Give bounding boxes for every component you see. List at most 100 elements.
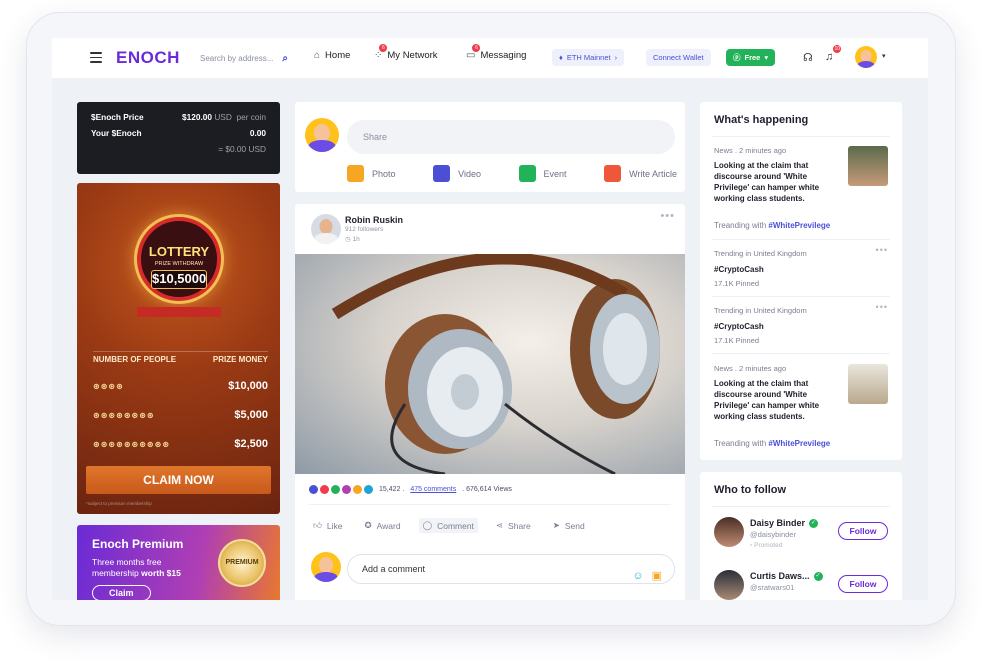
prize-value: $2,500: [234, 438, 268, 450]
avatar-chevron-down-icon[interactable]: ▾: [882, 52, 886, 60]
plan-label: Free: [744, 53, 761, 62]
connect-wallet-label: Connect Wallet: [653, 53, 704, 62]
news-thumbnail[interactable]: [848, 146, 888, 186]
like-button[interactable]: 👍︎ Like: [309, 518, 346, 533]
image-icon[interactable]: ▣: [652, 562, 662, 590]
headset-icon[interactable]: ☊: [803, 51, 813, 64]
top-bar: ENOCH Search by address... ⌕ ⌂ Home ⁘ 6 M…: [52, 38, 928, 78]
post-time-value: 1h: [352, 236, 360, 243]
video-option[interactable]: Video: [433, 165, 481, 182]
divider: [712, 353, 890, 354]
user-avatar[interactable]: [855, 46, 877, 68]
nav-my-network-label: My Network: [387, 50, 438, 61]
lottery-title: LOTTERY: [148, 244, 210, 259]
whats-happening-title: What's happening: [714, 114, 809, 126]
love-reaction-icon: [320, 485, 329, 494]
logo[interactable]: ENOCH: [116, 48, 180, 68]
trend-pinned: 17.1K Pinned: [714, 279, 760, 288]
reaction-icons: [309, 485, 373, 494]
home-icon: ⌂: [314, 50, 321, 61]
news-thumbnail[interactable]: [848, 364, 888, 404]
promoted-text: Promoted: [754, 542, 783, 549]
comment-placeholder: Add a comment: [362, 564, 426, 574]
clock-icon: ◷: [345, 236, 351, 243]
author-followers: 912 followers: [345, 226, 384, 233]
commenter-avatar: [311, 552, 341, 582]
hashtag-link[interactable]: #WhitePrevilege: [768, 221, 830, 230]
send-label: Send: [564, 520, 585, 531]
premium-banner[interactable]: Enoch Premium Three months free membersh…: [77, 525, 280, 600]
lottery-row: ⊛⊛⊛⊛⊛⊛⊛⊛ $5,000: [93, 409, 268, 421]
post-image[interactable]: [295, 254, 685, 474]
connect-wallet-button[interactable]: Connect Wallet: [646, 49, 711, 66]
lottery-sign: LOTTERY PRIZE WITHDRAW $10,5000: [137, 217, 221, 301]
chevron-right-icon: ›: [614, 53, 618, 62]
comment-input[interactable]: Add a comment ☺ ▣: [347, 554, 675, 584]
news-meta: News . 2 minutes ago: [714, 364, 787, 373]
video-label: Video: [458, 168, 481, 179]
lottery-divider: [93, 351, 268, 352]
author-avatar[interactable]: [311, 214, 341, 244]
write-article-option[interactable]: Write Article: [604, 165, 677, 182]
comments-link[interactable]: 475 comments: [410, 486, 456, 493]
event-option[interactable]: Event: [518, 165, 567, 182]
more-options-icon[interactable]: •••: [876, 245, 888, 255]
award-button[interactable]: ✪ Award: [360, 518, 404, 533]
nav-my-network[interactable]: ⁘ 6 My Network: [374, 44, 438, 61]
trend-pinned: 17.1K Pinned: [714, 336, 760, 345]
send-button[interactable]: ➤ Send: [549, 518, 589, 533]
photo-option[interactable]: Photo: [347, 165, 396, 182]
nav-home[interactable]: ⌂ Home: [314, 50, 350, 61]
share-icon: ⋖: [495, 520, 504, 530]
like-label: Like: [326, 520, 343, 531]
share-button[interactable]: ⋖ Share: [492, 518, 535, 533]
trend-hashtag[interactable]: #CryptoCash: [714, 321, 842, 332]
bell-icon[interactable]: ♫ 10: [825, 45, 842, 63]
follow-name[interactable]: Curtis Daws... ✓: [750, 571, 823, 581]
author-name[interactable]: Robin Ruskin: [345, 215, 403, 225]
post-time: ◷ 1h: [345, 235, 360, 243]
lottery-amount: $10,5000: [151, 270, 207, 289]
share-input[interactable]: Share: [347, 120, 675, 154]
follow-button[interactable]: Follow: [838, 575, 888, 593]
search-input[interactable]: Search by address... ⌕: [200, 50, 288, 66]
claim-now-button[interactable]: CLAIM NOW: [86, 466, 271, 494]
follow-avatar[interactable]: [714, 570, 744, 600]
trend-meta: Trending in United Kingdom: [714, 249, 807, 258]
emoji-icon[interactable]: ☺: [632, 562, 643, 590]
write-article-label: Write Article: [629, 168, 677, 179]
menu-icon[interactable]: [90, 52, 102, 63]
photo-icon: [347, 165, 364, 182]
celebrate-reaction-icon: [331, 485, 340, 494]
lottery-banner[interactable]: LOTTERY PRIZE WITHDRAW $10,5000 NUMBER O…: [77, 183, 280, 514]
ethereum-icon: ♦: [559, 53, 563, 62]
more-options-icon[interactable]: •••: [660, 210, 675, 222]
comment-icon: ◯: [422, 520, 433, 530]
event-icon: [518, 165, 536, 182]
stats-divider: [309, 504, 671, 505]
post-card: Robin Ruskin 912 followers ◷ 1h ••• 15,4…: [295, 204, 685, 600]
composer-avatar: [305, 118, 339, 152]
follow-name[interactable]: Daisy Binder ✓: [750, 518, 819, 528]
follow-button[interactable]: Follow: [838, 522, 888, 540]
claim-button[interactable]: Claim: [92, 585, 151, 600]
hashtag-link[interactable]: #WhitePrevilege: [768, 439, 830, 448]
coin-icon: ⓟ: [733, 53, 741, 62]
news-headline[interactable]: Looking at the claim that discourse arou…: [714, 378, 842, 422]
trend-hashtag[interactable]: #CryptoCash: [714, 264, 842, 275]
follow-avatar[interactable]: [714, 517, 744, 547]
comment-button[interactable]: ◯ Comment: [418, 518, 478, 533]
news-headline[interactable]: Looking at the claim that discourse arou…: [714, 160, 842, 204]
prize-column-header: PRIZE MONEY: [212, 355, 268, 364]
lottery-subtitle: PRIZE WITHDRAW: [154, 261, 204, 267]
plan-dropdown[interactable]: ⓟ Free ▾: [726, 49, 776, 66]
search-icon[interactable]: ⌕: [282, 53, 288, 64]
more-options-icon[interactable]: •••: [876, 302, 888, 312]
premium-price: worth $15: [141, 568, 181, 578]
award-icon: ✪: [364, 520, 372, 530]
nav-messaging[interactable]: ▭ 6 Messaging: [466, 44, 526, 61]
video-icon: [433, 165, 451, 182]
promoted-label: ▫ Promoted: [750, 542, 783, 549]
views-count: . 676,614 Views: [462, 486, 512, 493]
network-selector[interactable]: ♦ ETH Mainnet ›: [552, 49, 625, 66]
